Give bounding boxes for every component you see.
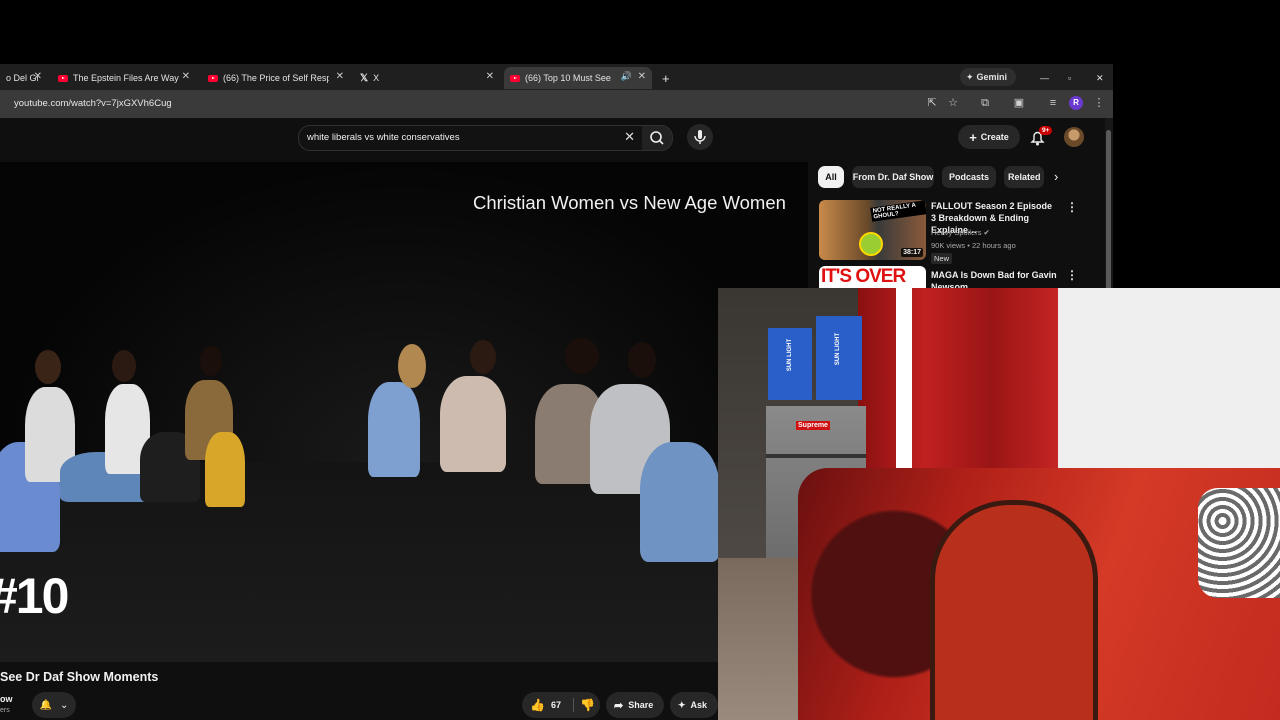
new-badge: New bbox=[931, 253, 953, 264]
youtube-favicon-icon bbox=[58, 74, 68, 82]
person-head bbox=[470, 340, 496, 374]
url-field[interactable]: youtube.com/watch?v=7jxGXVh6Cug bbox=[14, 98, 172, 109]
address-bar: youtube.com/watch?v=7jxGXVh6Cug ⇱ ☆ ⧉ ▣ … bbox=[0, 90, 1113, 118]
x-logo-icon: 𝕏 bbox=[360, 72, 369, 84]
install-app-icon[interactable]: ⇱ bbox=[925, 96, 939, 110]
recommendation-title[interactable]: MAGA Is Down Bad for Gavin Newsom bbox=[931, 269, 1059, 288]
person-head bbox=[398, 344, 426, 388]
chip-podcasts[interactable]: Podcasts bbox=[942, 166, 996, 188]
tab-2[interactable]: The Epstein Files Are Way Wors ✕ bbox=[52, 67, 196, 89]
tab-1[interactable]: o Del Gi ✕ bbox=[0, 67, 48, 89]
clear-search-icon[interactable]: ✕ bbox=[624, 129, 635, 145]
webcam-overlay: SUN LIGHT SUN LIGHT Supreme bbox=[718, 288, 1280, 720]
profile-avatar[interactable]: R bbox=[1069, 96, 1083, 110]
person-head bbox=[565, 338, 599, 374]
youtube-favicon-icon bbox=[510, 74, 520, 82]
tab-strip: o Del Gi ✕ The Epstein Files Are Way Wor… bbox=[0, 64, 1113, 90]
person-head bbox=[200, 346, 222, 376]
window-gap bbox=[896, 288, 912, 488]
close-tab-icon[interactable]: ✕ bbox=[182, 71, 190, 82]
thumbnail-badge bbox=[859, 232, 883, 256]
search-icon bbox=[650, 131, 664, 145]
window-close-icon[interactable]: ✕ bbox=[1090, 67, 1104, 89]
channel-name[interactable]: ow bbox=[0, 694, 13, 704]
patterned-pillow bbox=[1198, 488, 1280, 598]
thumbs-up-icon[interactable]: 👍 bbox=[530, 698, 545, 712]
bell-icon: 🔔 bbox=[39, 699, 53, 711]
person-head bbox=[35, 350, 61, 384]
subscription-bell-button[interactable]: 🔔 ⌄ bbox=[32, 692, 76, 718]
person-figure bbox=[440, 376, 506, 472]
tab-4[interactable]: 𝕏 X ✕ bbox=[354, 67, 500, 89]
recommendation-meta: 90K views • 22 hours ago bbox=[931, 241, 1016, 250]
video-overlay-title: Christian Women vs New Age Women bbox=[473, 192, 786, 213]
chip-related[interactable]: Related bbox=[1004, 166, 1044, 188]
notifications-button[interactable]: 9+ bbox=[1028, 126, 1053, 148]
tab-5-active[interactable]: (66) Top 10 Must See Dr Da 🔊 ✕ bbox=[504, 67, 652, 89]
video-player[interactable]: Christian Women vs New Age Women #10 bbox=[0, 162, 808, 662]
voice-search-button[interactable] bbox=[687, 124, 713, 150]
share-button[interactable]: ➦ Share bbox=[606, 692, 664, 718]
maximize-icon[interactable]: ▫ bbox=[1062, 67, 1076, 89]
new-tab-button[interactable]: + bbox=[656, 67, 676, 89]
microphone-icon bbox=[694, 130, 706, 144]
notification-count-badge: 9+ bbox=[1039, 126, 1053, 135]
thumbs-down-icon[interactable]: 👎 bbox=[572, 698, 595, 712]
thumbnail-text: IT'S OVER bbox=[821, 266, 906, 287]
like-dislike-group: 👍 67 👎 bbox=[522, 692, 600, 718]
close-tab-icon[interactable]: ✕ bbox=[34, 71, 42, 82]
recommendation-thumbnail[interactable]: IT'S OVER bbox=[819, 266, 926, 290]
split-view-icon[interactable]: ▣ bbox=[1012, 96, 1026, 110]
share-arrow-icon: ➦ bbox=[614, 699, 624, 712]
media-controls-icon[interactable]: ≡ bbox=[1046, 96, 1060, 110]
chevron-right-icon[interactable]: › bbox=[1054, 169, 1058, 184]
recommendation-thumbnail[interactable]: NOT REALLY A GHOUL? 38:17 bbox=[819, 200, 926, 260]
account-avatar[interactable] bbox=[1064, 127, 1084, 147]
close-tab-icon[interactable]: ✕ bbox=[336, 71, 344, 82]
plus-icon: + bbox=[969, 129, 977, 145]
chair-back bbox=[930, 500, 1098, 720]
subscriber-count: ers bbox=[0, 707, 10, 714]
person-figure bbox=[368, 382, 420, 477]
thumbnail-text: NOT REALLY A GHOUL? bbox=[870, 200, 926, 222]
red-curtain bbox=[858, 288, 1058, 498]
search-query-text: white liberals vs white conservatives bbox=[307, 132, 460, 143]
bookmark-star-icon[interactable]: ☆ bbox=[946, 96, 960, 110]
person-head bbox=[628, 342, 656, 378]
more-options-icon[interactable]: ⋮ bbox=[1066, 200, 1078, 214]
blue-box: SUN LIGHT bbox=[816, 316, 862, 400]
create-button[interactable]: + Create bbox=[958, 125, 1020, 149]
tab-3[interactable]: (66) The Price of Self Respect - ✕ bbox=[202, 67, 350, 89]
video-title: See Dr Daf Show Moments bbox=[0, 670, 159, 684]
recommendation-channel[interactable]: Heavy Spoilers ✔ bbox=[931, 228, 990, 237]
gemini-sparkle-icon: ✦ bbox=[966, 71, 974, 82]
fridge-handle bbox=[766, 454, 866, 458]
sparkle-icon: ✦ bbox=[678, 699, 686, 710]
person-figure bbox=[640, 442, 720, 562]
speaker-icon[interactable]: 🔊 bbox=[621, 71, 632, 82]
scrollbar-thumb[interactable] bbox=[1106, 130, 1111, 290]
more-options-icon[interactable]: ⋮ bbox=[1066, 268, 1078, 282]
verified-check-icon: ✔ bbox=[983, 228, 990, 237]
room-wall-light bbox=[1048, 288, 1280, 488]
like-count[interactable]: 67 bbox=[551, 700, 561, 710]
minimize-icon[interactable]: — bbox=[1034, 67, 1049, 89]
video-overlay-rank: #10 bbox=[0, 568, 69, 624]
gemini-button[interactable]: ✦ Gemini bbox=[960, 68, 1016, 86]
chip-from-channel[interactable]: From Dr. Daf Show bbox=[852, 166, 934, 188]
blue-box: SUN LIGHT bbox=[768, 328, 812, 400]
youtube-favicon-icon bbox=[208, 74, 218, 82]
extensions-icon[interactable]: ⧉ bbox=[978, 96, 992, 110]
search-button[interactable] bbox=[642, 125, 673, 151]
close-tab-icon[interactable]: ✕ bbox=[486, 71, 494, 82]
search-input[interactable]: white liberals vs white conservatives ✕ bbox=[298, 125, 644, 151]
chevron-down-icon: ⌄ bbox=[60, 699, 69, 711]
person-head bbox=[112, 350, 136, 382]
chip-all[interactable]: All bbox=[818, 166, 844, 188]
person-figure bbox=[205, 432, 245, 507]
video-duration: 38:17 bbox=[901, 248, 923, 257]
ask-button[interactable]: ✦ Ask bbox=[670, 692, 718, 718]
browser-menu-icon[interactable]: ⋮ bbox=[1092, 96, 1106, 110]
close-tab-icon[interactable]: ✕ bbox=[638, 71, 646, 82]
